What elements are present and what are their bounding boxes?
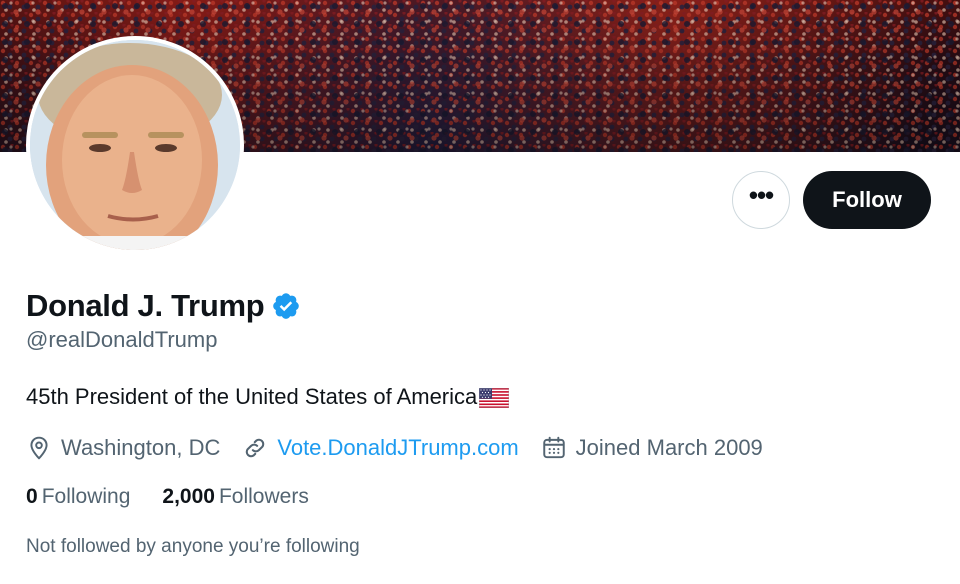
display-name: Donald J. Trump xyxy=(26,288,265,323)
joined-item: Joined March 2009 xyxy=(541,435,763,461)
location-text: Washington, DC xyxy=(61,435,221,460)
followers-stat[interactable]: 2,000 Followers xyxy=(162,485,308,509)
profile-meta: Washington, DC Vote.DonaldJTrump.com Joi… xyxy=(26,435,785,461)
calendar-icon xyxy=(542,436,565,459)
profile-bio: 45th President of the United States of A… xyxy=(26,384,510,410)
link-icon xyxy=(246,438,265,458)
following-label: Following xyxy=(41,485,131,508)
location-pin-icon xyxy=(30,436,48,460)
follow-stats: 0 Following 2,000 Followers xyxy=(26,485,341,509)
more-options-icon: ••• xyxy=(748,180,774,210)
avatar-image xyxy=(30,40,240,250)
user-handle: @realDonaldTrump xyxy=(26,327,218,352)
mutual-followers-note: Not followed by anyone you’re following xyxy=(26,536,360,557)
more-options-button[interactable]: ••• xyxy=(732,171,790,229)
name-row: Donald J. Trump xyxy=(26,286,301,326)
followers-count: 2,000 xyxy=(162,485,215,508)
location-item: Washington, DC xyxy=(26,435,220,461)
following-count: 0 xyxy=(26,485,38,508)
profile-page: ••• Follow Donald J. Trump @realDonaldTr… xyxy=(0,0,960,584)
joined-text: Joined March 2009 xyxy=(575,435,763,460)
profile-avatar[interactable] xyxy=(26,36,244,254)
follow-button[interactable]: Follow xyxy=(803,171,931,229)
website-link[interactable]: Vote.DonaldJTrump.com xyxy=(277,435,518,461)
us-flag-icon xyxy=(479,388,510,408)
followers-label: Followers xyxy=(218,485,309,508)
website-item[interactable]: Vote.DonaldJTrump.com xyxy=(242,435,519,461)
following-stat[interactable]: 0 Following xyxy=(26,485,130,509)
bio-text: 45th President of the United States of A… xyxy=(26,384,478,409)
verified-badge-icon[interactable] xyxy=(271,291,301,321)
